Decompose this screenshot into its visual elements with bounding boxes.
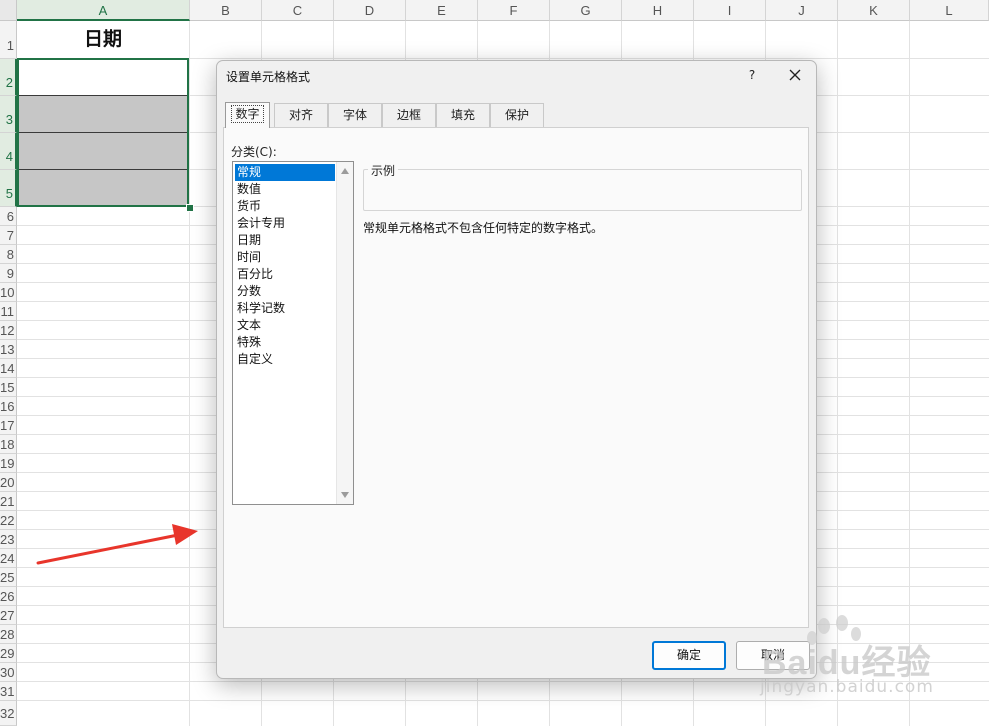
column-header-h[interactable]: H — [622, 0, 694, 21]
row-header-21[interactable]: 21 — [0, 492, 17, 511]
category-item[interactable]: 数值 — [235, 181, 335, 198]
category-list[interactable]: 常规 数值 货币 会计专用 日期 时间 百分比 分数 科学记数 文本 特殊 自定义 — [232, 161, 354, 505]
dialog-title: 设置单元格格式 — [226, 70, 311, 84]
column-header-l[interactable]: L — [910, 0, 989, 21]
column-header-g[interactable]: G — [550, 0, 622, 21]
sample-box — [363, 169, 802, 211]
row-header-19[interactable]: 19 — [0, 454, 17, 473]
row-header-27[interactable]: 27 — [0, 606, 17, 625]
row-header-4[interactable]: 4 — [0, 133, 17, 170]
category-item[interactable]: 常规 — [235, 164, 335, 181]
scroll-down-arrow-icon[interactable] — [341, 492, 349, 498]
tab-fill[interactable]: 填充 — [436, 103, 490, 127]
row-header-28[interactable]: 28 — [0, 625, 17, 644]
column-header-a[interactable]: A — [17, 0, 190, 21]
sample-label: 示例 — [368, 162, 399, 179]
tab-alignment[interactable]: 对齐 — [274, 103, 328, 127]
row-header-18[interactable]: 18 — [0, 435, 17, 454]
format-cells-dialog: 设置单元格格式 ? 数字 对齐 字体 边框 填充 保护 分类(C): 常规 数值货… — [216, 60, 817, 679]
column-header-b[interactable]: B — [190, 0, 262, 21]
category-item[interactable]: 会计专用 — [235, 215, 335, 232]
tab-protection[interactable]: 保护 — [490, 103, 544, 127]
category-item[interactable]: 特殊 — [235, 334, 335, 351]
tab-number[interactable]: 数字 — [225, 102, 270, 128]
fill-handle[interactable] — [186, 204, 194, 212]
category-item[interactable]: 科学记数 — [235, 300, 335, 317]
row-header-22[interactable]: 22 — [0, 511, 17, 530]
row-header-8[interactable]: 8 — [0, 245, 17, 264]
category-item[interactable]: 百分比 — [235, 266, 335, 283]
row-header-24[interactable]: 24 — [0, 549, 17, 568]
row-header-31[interactable]: 31 — [0, 682, 17, 701]
grid-line — [189, 21, 190, 726]
category-scrollbar[interactable] — [336, 162, 353, 504]
row-header-14[interactable]: 14 — [0, 359, 17, 378]
grid-line — [17, 681, 989, 682]
column-header-k[interactable]: K — [838, 0, 910, 21]
row-header-25[interactable]: 25 — [0, 568, 17, 587]
row-header-7[interactable]: 7 — [0, 226, 17, 245]
cell-a1[interactable]: 日期 — [17, 21, 189, 59]
close-icon — [789, 69, 801, 81]
row-header-15[interactable]: 15 — [0, 378, 17, 397]
format-description: 常规单元格格式不包含任何特定的数字格式。 — [363, 221, 604, 235]
tab-border[interactable]: 边框 — [382, 103, 436, 127]
category-item[interactable]: 货币 — [235, 198, 335, 215]
row-header-12[interactable]: 12 — [0, 321, 17, 340]
column-header-j[interactable]: J — [766, 0, 838, 21]
row-header-10[interactable]: 10 — [0, 283, 17, 302]
category-item[interactable]: 分数 — [235, 283, 335, 300]
row-header-20[interactable]: 20 — [0, 473, 17, 492]
column-header-f[interactable]: F — [478, 0, 550, 21]
row-header-2[interactable]: 2 — [0, 59, 17, 96]
help-button[interactable]: ? — [743, 64, 761, 86]
category-item[interactable]: 日期 — [235, 232, 335, 249]
number-tab-panel: 分类(C): 常规 数值 货币 会计专用 日期 时间 百分比 分数 科学记数 文本 特殊 自定义 示例… — [223, 127, 809, 628]
column-header-i[interactable]: I — [694, 0, 766, 21]
selection-range — [17, 58, 189, 207]
select-all-corner[interactable] — [0, 0, 17, 21]
category-label: 分类(C): — [231, 145, 277, 159]
close-button[interactable] — [783, 63, 807, 87]
row-header-32[interactable]: 32 — [0, 701, 17, 726]
cancel-button[interactable]: 取消 — [736, 641, 810, 670]
row-header-23[interactable]: 23 — [0, 530, 17, 549]
row-header-29[interactable]: 29 — [0, 644, 17, 663]
scroll-up-arrow-icon[interactable] — [341, 168, 349, 174]
row-header-16[interactable]: 16 — [0, 397, 17, 416]
category-item[interactable]: 时间 — [235, 249, 335, 266]
row-header-13[interactable]: 13 — [0, 340, 17, 359]
grid-line — [17, 700, 989, 701]
row-header-30[interactable]: 30 — [0, 663, 17, 682]
grid-line — [909, 21, 910, 726]
category-item[interactable]: 自定义 — [235, 351, 335, 368]
row-header-1[interactable]: 1 — [0, 21, 17, 59]
row-header-17[interactable]: 17 — [0, 416, 17, 435]
column-header-d[interactable]: D — [334, 0, 406, 21]
ok-button[interactable]: 确定 — [652, 641, 726, 670]
grid-line — [837, 21, 838, 726]
category-item[interactable]: 文本 — [235, 317, 335, 334]
row-header-26[interactable]: 26 — [0, 587, 17, 606]
row-header-5[interactable]: 5 — [0, 170, 17, 207]
column-header-e[interactable]: E — [406, 0, 478, 21]
row-header-11[interactable]: 11 — [0, 302, 17, 321]
tab-font[interactable]: 字体 — [328, 103, 382, 127]
row-header-9[interactable]: 9 — [0, 264, 17, 283]
column-header-c[interactable]: C — [262, 0, 334, 21]
row-header-6[interactable]: 6 — [0, 207, 17, 226]
row-header-3[interactable]: 3 — [0, 96, 17, 133]
